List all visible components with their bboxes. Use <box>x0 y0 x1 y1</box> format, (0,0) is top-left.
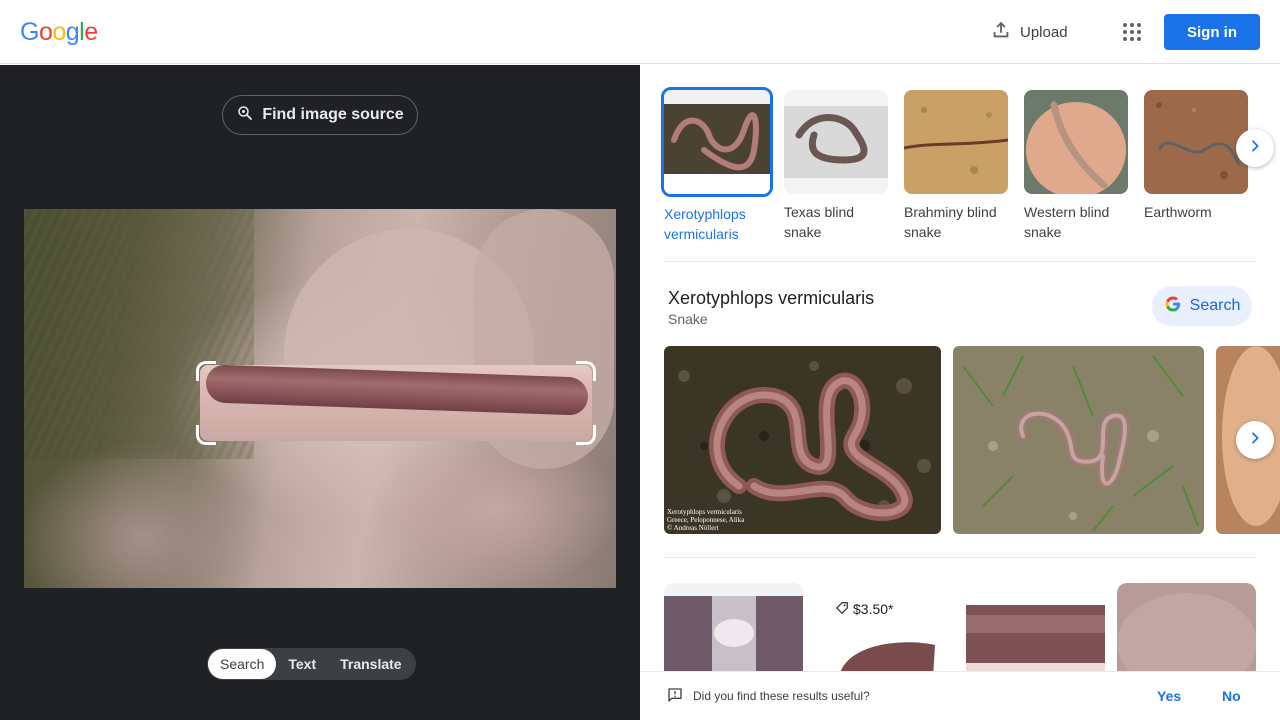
visual-match-card[interactable] <box>1117 583 1256 683</box>
carousel-next-button[interactable] <box>1236 129 1274 167</box>
chip-thumbnail <box>1024 90 1128 194</box>
query-image-panel: Find image source Search Text Translate <box>0 65 640 720</box>
related-chip-texas-blind-snake[interactable]: Texas blind snake <box>784 90 888 244</box>
apps-grid-icon[interactable] <box>1120 20 1144 44</box>
logo-letter-o1: o <box>38 18 53 46</box>
entity-search-label: Search <box>1189 297 1241 314</box>
logo-letter-g: G <box>20 18 39 46</box>
find-image-source-button[interactable]: Find image source <box>222 95 418 135</box>
feedback-icon <box>667 687 683 708</box>
upload-button[interactable]: Upload <box>990 18 1068 46</box>
entity-title: Xerotyphlops vermicularis <box>668 288 875 308</box>
related-searches-carousel: Xerotyphlops vermicularis Texas blind sn… <box>661 87 1248 244</box>
price-value: $3.50* <box>853 601 894 617</box>
upload-icon <box>990 19 1012 45</box>
price-tag: $3.50* <box>827 596 902 622</box>
tab-search[interactable]: Search <box>208 649 277 679</box>
image-caption-line: Greece, Peloponnese, Alika <box>667 516 745 524</box>
chip-label: Xerotyphlops vermicularis <box>664 206 746 242</box>
section-divider <box>664 557 1256 558</box>
selected-crop-region[interactable] <box>200 365 592 441</box>
find-image-source-label: Find image source <box>262 106 404 123</box>
result-image[interactable] <box>953 346 1204 534</box>
google-logo[interactable]: Google <box>20 18 98 47</box>
result-image[interactable]: Xerotyphlops vermicularis Greece, Pelopo… <box>664 346 941 534</box>
visual-match-card[interactable] <box>664 583 803 683</box>
chip-thumbnail <box>904 90 1008 194</box>
crop-handle-top-right[interactable] <box>576 361 596 381</box>
snake-in-crop <box>206 365 588 416</box>
crop-handle-bottom-right[interactable] <box>576 425 596 445</box>
chip-label: Brahminy blind snake <box>904 204 997 240</box>
image-caption-line: Xerotyphlops vermicularis <box>667 508 742 516</box>
chip-label: Texas blind snake <box>784 204 855 240</box>
chip-thumbnail <box>661 87 773 197</box>
related-chip-western-blind-snake[interactable]: Western blind snake <box>1024 90 1128 244</box>
chip-thumbnail <box>784 90 888 194</box>
query-image <box>24 209 616 588</box>
chip-label: Western blind snake <box>1024 204 1110 240</box>
entity-search-button[interactable]: Search <box>1152 286 1252 326</box>
visual-match-card[interactable] <box>966 583 1105 683</box>
chevron-right-icon <box>1247 138 1263 159</box>
lens-mode-tabs: Search Text Translate <box>207 648 416 680</box>
carousel-next-button[interactable] <box>1236 421 1274 459</box>
related-chip-xerotyphlops[interactable]: Xerotyphlops vermicularis <box>661 87 773 244</box>
chip-label: Earthworm <box>1144 204 1212 220</box>
crop-handle-bottom-left[interactable] <box>196 425 216 445</box>
feedback-bar: Did you find these results useful? Yes N… <box>640 671 1280 720</box>
logo-letter-o2: o <box>52 18 66 46</box>
logo-letter-g2: g <box>65 18 80 46</box>
results-panel: Xerotyphlops vermicularis Texas blind sn… <box>640 65 1280 720</box>
feedback-no-button[interactable]: No <box>1222 688 1241 704</box>
feedback-question: Did you find these results useful? <box>693 689 870 703</box>
section-divider <box>664 261 1256 262</box>
visual-matches-grid: $3.50* <box>664 583 1256 683</box>
google-g-icon <box>1164 295 1182 318</box>
top-bar: Google Upload Sign in <box>0 0 1280 64</box>
chip-thumbnail <box>1144 90 1248 194</box>
visual-match-card[interactable]: $3.50* <box>815 583 954 683</box>
tab-translate[interactable]: Translate <box>328 649 413 679</box>
sign-in-button[interactable]: Sign in <box>1164 14 1260 50</box>
tag-icon <box>835 601 849 618</box>
upload-label: Upload <box>1020 23 1068 41</box>
chevron-right-icon <box>1247 430 1263 451</box>
logo-letter-e: e <box>84 18 98 46</box>
image-search-icon <box>236 104 254 127</box>
feedback-yes-button[interactable]: Yes <box>1157 688 1181 704</box>
related-chip-brahminy-blind-snake[interactable]: Brahminy blind snake <box>904 90 1008 244</box>
related-chip-earthworm[interactable]: Earthworm <box>1144 90 1248 244</box>
entity-subtitle: Snake <box>668 311 708 327</box>
tab-text[interactable]: Text <box>276 649 328 679</box>
crop-handle-top-left[interactable] <box>196 361 216 381</box>
image-caption-line: © Andreas Nöllert <box>667 524 719 532</box>
